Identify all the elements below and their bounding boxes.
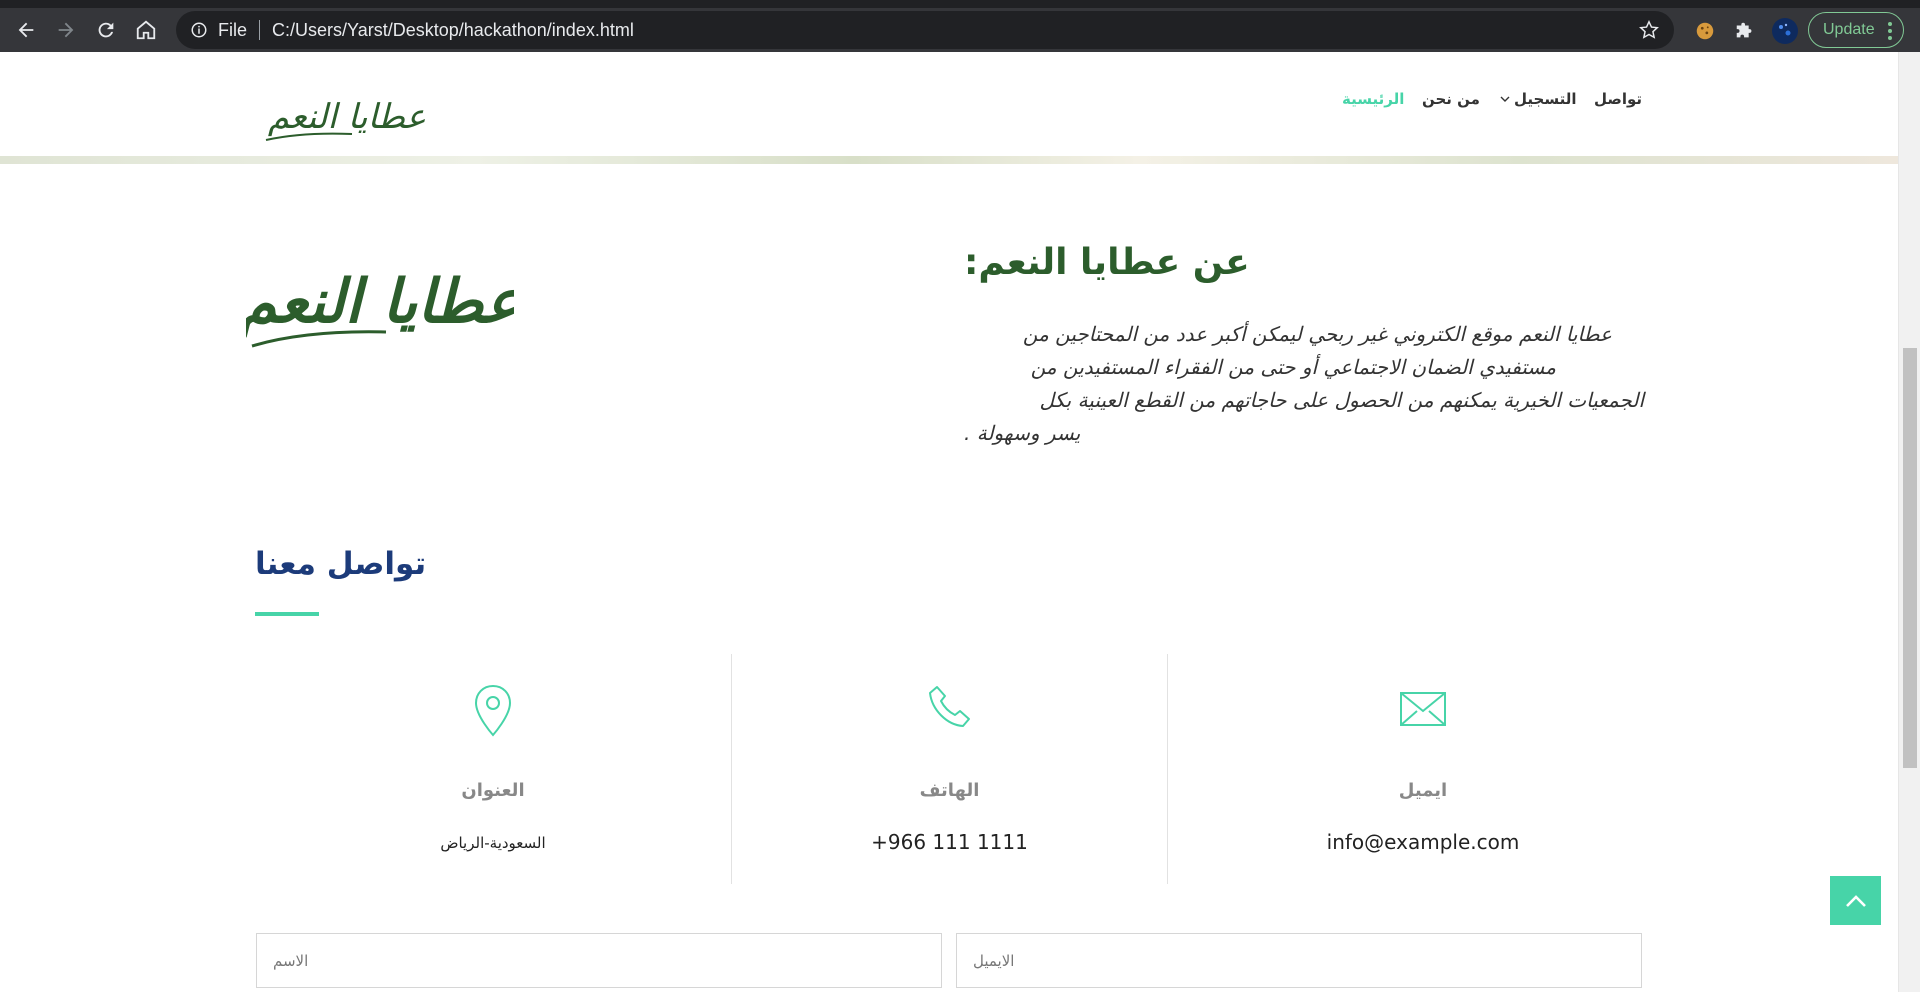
url-text[interactable]: C:/Users/Yarst/Desktop/hackathon/index.h… (272, 20, 634, 41)
header-banner-strip (0, 156, 1898, 164)
home-button[interactable] (126, 10, 166, 50)
page-scrollbar[interactable] (1898, 52, 1920, 992)
info-icon[interactable] (190, 21, 208, 39)
browser-toolbar: File C:/Users/Yarst/Desktop/hackathon/in… (0, 8, 1920, 52)
svg-text:عطايا النعم: عطايا النعم (268, 97, 426, 137)
email-label: ايميل (1398, 780, 1448, 801)
phone-card: الهاتف +966 111 1111 (732, 654, 1167, 884)
forward-button[interactable] (46, 10, 86, 50)
envelope-icon (1400, 692, 1446, 726)
arrow-left-icon (18, 22, 34, 38)
about-line: مستفيدي الضمان الاجتماعي أو حتى من الفقر… (1030, 355, 1556, 379)
nav-contact[interactable]: تواصل (1594, 90, 1642, 108)
about-line: عطايا النعم موقع الكتروني غير ربحي ليمكن… (1022, 322, 1612, 346)
reload-button[interactable] (86, 10, 126, 50)
scrollbar-thumb[interactable] (1903, 348, 1917, 768)
url-scheme: File (218, 19, 248, 40)
address-value: السعودية-الرياض (440, 834, 546, 852)
name-input[interactable] (256, 933, 942, 988)
phone-value[interactable]: +966 111 1111 (732, 830, 1167, 854)
chevron-up-icon (1845, 894, 1866, 907)
address-card: العنوان السعودية-الرياض (255, 654, 731, 884)
bookmark-star-icon[interactable] (1638, 19, 1660, 41)
tab-strip (0, 0, 1920, 8)
about-line: الجمعيات الخيرية يمكنهم من الحصول على حا… (1039, 388, 1644, 412)
back-button[interactable] (6, 10, 46, 50)
nav-register[interactable]: التسجيل (1500, 90, 1576, 108)
nav-about[interactable]: من نحن (1422, 90, 1480, 108)
extensions-button[interactable] (1730, 16, 1760, 46)
site-header: عطايا النعم الرئيسية من نحن التسجيل تواص… (0, 52, 1898, 158)
email-input[interactable] (956, 933, 1642, 988)
reload-icon (98, 22, 114, 38)
about-title: عن عطايا النعم: (964, 242, 1250, 283)
update-label: Update (1823, 21, 1875, 38)
cookie-icon (1696, 22, 1714, 40)
address-bar[interactable]: File C:/Users/Yarst/Desktop/hackathon/in… (176, 11, 1674, 49)
update-button[interactable]: Update (1808, 12, 1904, 48)
puzzle-icon (1736, 22, 1752, 38)
nav-register-label: التسجيل (1514, 90, 1577, 108)
profile-avatar[interactable] (1770, 16, 1800, 46)
phone-label: الهاتف (919, 780, 980, 801)
svg-text:عطايا النعم: عطايا النعم (246, 267, 514, 338)
phone-icon (928, 686, 970, 727)
more-vert-icon (1888, 22, 1892, 40)
back-to-top-button[interactable] (1830, 876, 1881, 925)
about-logo: عطايا النعم (246, 267, 514, 348)
web-page: عطايا النعم الرئيسية من نحن التسجيل تواص… (0, 52, 1898, 992)
url-separator (259, 20, 261, 40)
arrow-right-icon (58, 22, 74, 38)
address-label: العنوان (461, 780, 525, 801)
about-description: عطايا النعم موقع الكتروني غير ربحي ليمكن… (964, 318, 1644, 450)
contact-title-underline (255, 612, 319, 616)
map-pin-icon (474, 684, 512, 737)
chevron-down-icon (1500, 96, 1510, 102)
cookie-extension-button[interactable] (1690, 16, 1720, 46)
contact-title: تواصل معنا (255, 546, 427, 582)
email-value[interactable]: info@example.com (1168, 830, 1678, 854)
avatar-icon (1772, 18, 1798, 44)
site-logo[interactable]: عطايا النعم (262, 88, 432, 148)
email-card: ايميل info@example.com (1168, 654, 1678, 884)
home-icon (136, 20, 156, 40)
about-line: يسر وسهولة . (964, 421, 1081, 445)
nav-home[interactable]: الرئيسية (1342, 90, 1404, 108)
